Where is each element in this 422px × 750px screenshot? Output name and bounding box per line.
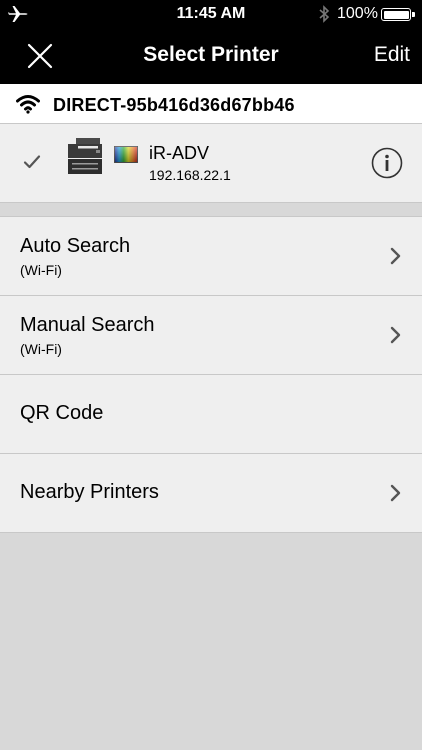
section-separator: [0, 202, 422, 217]
printer-ip: 192.168.22.1: [149, 167, 231, 183]
menu-item-label: Auto Search: [20, 235, 131, 257]
chevron-right-icon: [390, 326, 401, 344]
menu-item-label: Nearby Printers: [20, 481, 159, 503]
battery-tip: [412, 12, 415, 17]
battery-percent: 100%: [337, 5, 378, 22]
bluetooth-icon: [319, 5, 330, 23]
network-ssid: DIRECT-95b416d36d67bb46: [53, 95, 295, 115]
menu-item-qr-code[interactable]: QR Code: [0, 375, 422, 454]
status-bar: 11:45 AM 100%: [0, 0, 422, 28]
color-icon: [114, 146, 138, 163]
network-row: DIRECT-95b416d36d67bb46: [0, 84, 422, 124]
menu-item-label: Manual Search: [20, 314, 155, 336]
menu-item-sublabel: (Wi-Fi): [20, 262, 62, 278]
menu-item-manual-search[interactable]: Manual Search (Wi-Fi): [0, 296, 422, 375]
chevron-right-icon: [390, 484, 401, 502]
edit-button[interactable]: Edit: [374, 43, 410, 67]
search-menu: Auto Search (Wi-Fi) Manual Search (Wi-Fi…: [0, 217, 422, 533]
menu-item-nearby-printers[interactable]: Nearby Printers: [0, 454, 422, 533]
menu-item-sublabel: (Wi-Fi): [20, 341, 62, 357]
menu-item-label: QR Code: [20, 402, 104, 424]
info-icon[interactable]: [371, 147, 403, 179]
chevron-right-icon: [390, 247, 401, 265]
menu-item-auto-search[interactable]: Auto Search (Wi-Fi): [0, 217, 422, 296]
battery-icon: [381, 8, 411, 21]
page-title: Select Printer: [143, 43, 279, 66]
printer-name: iR-ADV: [149, 143, 210, 163]
printer-icon: [68, 138, 102, 174]
nav-bar: Select Printer Edit: [0, 28, 422, 84]
wifi-icon: [16, 95, 40, 114]
printer-row[interactable]: iR-ADV 192.168.22.1: [0, 124, 422, 202]
checkmark-icon: [23, 155, 41, 169]
